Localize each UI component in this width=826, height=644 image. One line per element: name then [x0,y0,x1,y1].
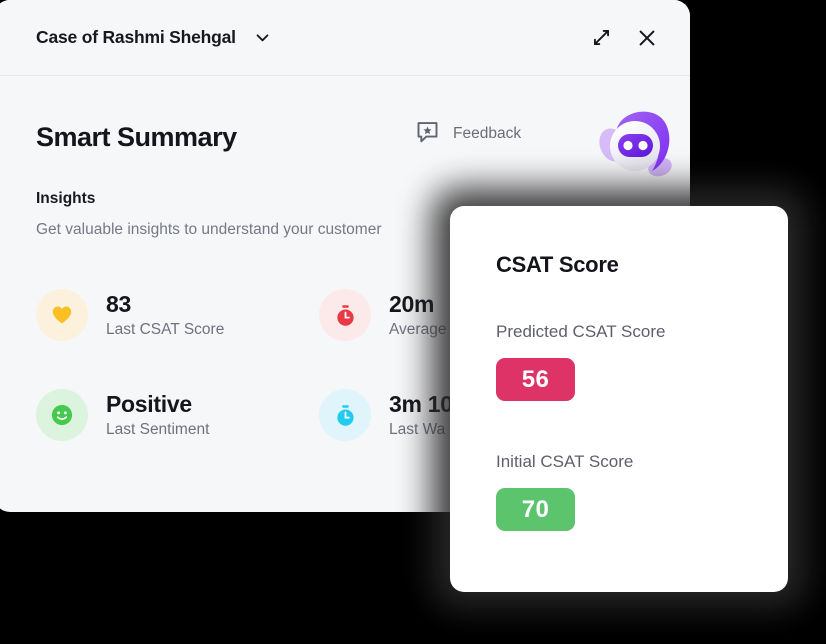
initial-csat-badge: 70 [496,488,575,531]
predicted-csat-badge: 56 [496,358,575,401]
app-window: Case of Rashmi Shehgal Smart Summary Fee… [0,0,826,644]
csat-card-title: CSAT Score [496,252,619,277]
initial-csat-label: Initial CSAT Score [496,452,634,471]
metric-label: Last CSAT Score [106,321,225,339]
expand-diagonal-icon[interactable] [586,23,616,53]
chevron-down-icon[interactable] [254,29,271,46]
heart-icon [36,289,88,341]
summary-title-row: Smart Summary Feedback [36,106,672,177]
smiley-face-icon [36,389,88,441]
metric-value: 83 [106,290,131,317]
ai-bot-mascot-icon [594,101,680,187]
metric-value: Positive [106,390,192,417]
metric-text: Positive Last Sentiment [106,391,209,439]
predicted-csat-label: Predicted CSAT Score [496,322,666,341]
panel-header: Case of Rashmi Shehgal [0,0,690,76]
feedback-button[interactable]: Feedback [414,118,521,150]
stopwatch-icon [319,389,371,441]
case-title: Case of Rashmi Shehgal [36,27,236,47]
metric-last-csat-score[interactable]: 83 Last CSAT Score [36,265,319,365]
close-x-icon[interactable] [632,23,662,53]
speech-bubble-star-icon [414,118,441,150]
feedback-label: Feedback [453,125,522,142]
csat-score-card: CSAT Score Predicted CSAT Score 56 Initi… [450,206,788,592]
stopwatch-icon [319,289,371,341]
page-title: Smart Summary [36,121,237,152]
metric-label: Last Sentiment [106,421,210,439]
metric-text: 83 Last CSAT Score [106,291,224,339]
metric-last-sentiment[interactable]: Positive Last Sentiment [36,365,319,465]
